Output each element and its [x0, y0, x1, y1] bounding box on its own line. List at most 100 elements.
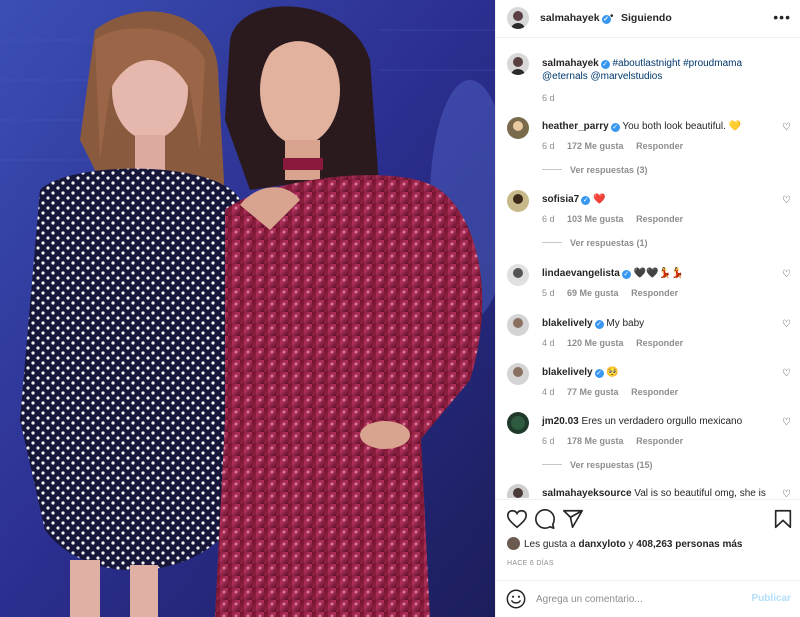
comment-age[interactable]: 6 d: [542, 141, 555, 151]
verified-badge-icon: ✓: [581, 196, 591, 205]
comment-likes[interactable]: 69 Me gusta: [567, 288, 619, 298]
verified-badge-icon: ✓: [610, 123, 620, 132]
commenter-avatar[interactable]: [507, 117, 529, 139]
liker-username[interactable]: danxyloto: [579, 539, 626, 550]
comment-username[interactable]: blakelively: [542, 318, 593, 329]
caption-text: salmahayek ✓ #aboutlastnight #proudmama @…: [542, 57, 777, 83]
replies-line: [542, 169, 562, 170]
view-replies-button[interactable]: Ver respuestas (1): [542, 238, 648, 248]
comment-input[interactable]: [536, 590, 736, 608]
comment-meta: 4 d 77 Me gusta Responder: [542, 387, 688, 397]
verified-badge-icon: ✓: [621, 270, 631, 279]
comment-text: salmahayeksource Val is so beautiful omg…: [542, 487, 777, 498]
verified-badge-icon: ✓: [594, 320, 604, 329]
photo-illustration: [0, 0, 495, 617]
reply-button[interactable]: Responder: [636, 141, 683, 151]
comment-meta: 5 d 69 Me gusta Responder: [542, 288, 688, 298]
comments-list[interactable]: salmahayek ✓ #aboutlastnight #proudmama @…: [496, 39, 800, 498]
comment-age[interactable]: 6 d: [542, 214, 555, 224]
reply-button[interactable]: Responder: [636, 338, 683, 348]
comment-text: sofisia7 ✓ ❤️: [542, 193, 777, 206]
comment-username[interactable]: heather_parry: [542, 121, 609, 132]
comment-age[interactable]: 6 d: [542, 436, 555, 446]
post-actions: Les gusta a danxyloto y 408,263 personas…: [496, 499, 800, 579]
reply-button[interactable]: Responder: [631, 288, 678, 298]
comment-likes[interactable]: 172 Me gusta: [567, 141, 624, 151]
comment-body: You both look beautiful. 💛: [622, 121, 742, 132]
comment-body: 🥺: [606, 367, 619, 378]
commenter-avatar[interactable]: [507, 363, 529, 385]
comment-age[interactable]: 5 d: [542, 288, 555, 298]
author-avatar[interactable]: [507, 53, 529, 75]
comment-likes[interactable]: 77 Me gusta: [567, 387, 619, 397]
commenter-avatar[interactable]: [507, 264, 529, 286]
like-comment-heart-icon[interactable]: ♡: [782, 417, 791, 428]
view-replies-button[interactable]: Ver respuestas (3): [542, 165, 648, 175]
comment-text: blakelively ✓ 🥺: [542, 366, 777, 379]
caption-meta: 6 d: [542, 93, 565, 103]
comment-username[interactable]: lindaevangelista: [542, 268, 620, 279]
comment-likes[interactable]: 103 Me gusta: [567, 214, 624, 224]
like-comment-heart-icon[interactable]: ♡: [782, 269, 791, 280]
share-send-icon[interactable]: [562, 508, 584, 530]
save-bookmark-icon[interactable]: [772, 508, 794, 530]
comment-username[interactable]: blakelively: [542, 367, 593, 378]
comment-body: Val is so beautiful omg, she is: [634, 488, 766, 498]
comment-text: heather_parry ✓ You both look beautiful. …: [542, 120, 777, 133]
post-photo[interactable]: [0, 0, 495, 617]
likes-summary: Les gusta a danxyloto y 408,263 personas…: [507, 537, 742, 550]
verified-badge-icon: ✓: [600, 60, 610, 69]
commenter-avatar[interactable]: [507, 190, 529, 212]
comment-age[interactable]: 4 d: [542, 338, 555, 348]
post-date[interactable]: HACE 6 DÍAS: [507, 560, 554, 567]
liker-avatar[interactable]: [507, 537, 520, 550]
likes-prefix: Les gusta a: [524, 539, 576, 550]
comment-bubble-icon[interactable]: [534, 508, 556, 530]
likes-count[interactable]: 408,263 personas más: [636, 539, 742, 550]
replies-line: [542, 242, 562, 243]
commenter-avatar[interactable]: [507, 412, 529, 434]
comment-text: lindaevangelista ✓ 🖤🖤💃💃: [542, 267, 777, 280]
comment-text: jm20.03 Eres un verdadero orgullo mexica…: [542, 415, 777, 428]
like-heart-icon[interactable]: [506, 508, 528, 530]
comment-body: Eres un verdadero orgullo mexicano: [581, 416, 743, 427]
view-replies-button[interactable]: Ver respuestas (15): [542, 460, 653, 470]
like-comment-heart-icon[interactable]: ♡: [782, 368, 791, 379]
comment-username[interactable]: salmahayeksource: [542, 488, 632, 498]
author-avatar[interactable]: [507, 7, 529, 29]
caption-username[interactable]: salmahayek: [542, 58, 599, 69]
comment-age[interactable]: 4 d: [542, 387, 555, 397]
like-comment-heart-icon[interactable]: ♡: [782, 195, 791, 206]
verified-badge-icon: ✓: [594, 369, 604, 378]
header-separator: •: [610, 11, 614, 22]
reply-button[interactable]: Responder: [636, 436, 683, 446]
reply-button[interactable]: Responder: [631, 387, 678, 397]
commenter-avatar[interactable]: [507, 314, 529, 336]
like-comment-heart-icon[interactable]: ♡: [782, 489, 791, 498]
instagram-post: salmahayek ✓ • Siguiendo ••• salmahayek ✓ …: [0, 0, 800, 617]
comment-body: 🖤🖤💃💃: [633, 268, 684, 279]
like-comment-heart-icon[interactable]: ♡: [782, 319, 791, 330]
more-horizontal-icon[interactable]: •••: [773, 9, 791, 25]
following-button[interactable]: Siguiendo: [621, 12, 672, 24]
comment-username[interactable]: jm20.03: [542, 416, 579, 427]
reply-button[interactable]: Responder: [636, 214, 683, 224]
commenter-avatar[interactable]: [507, 484, 529, 498]
comment-likes[interactable]: 178 Me gusta: [567, 436, 624, 446]
comment-meta: 6 d 178 Me gusta Responder: [542, 436, 693, 446]
like-comment-heart-icon[interactable]: ♡: [782, 122, 791, 133]
publish-button[interactable]: Publicar: [752, 593, 791, 604]
author-username[interactable]: salmahayek ✓: [540, 12, 611, 24]
replies-line: [542, 464, 562, 465]
likes-conj: y: [628, 539, 634, 550]
comment-username[interactable]: sofisia7: [542, 194, 579, 205]
emoji-icon[interactable]: [505, 588, 527, 610]
comment-text: blakelively ✓ My baby: [542, 317, 777, 330]
comment-meta: 4 d 120 Me gusta Responder: [542, 338, 693, 348]
add-comment-bar: Publicar: [496, 580, 800, 617]
post-panel: salmahayek ✓ • Siguiendo ••• salmahayek ✓ …: [495, 0, 800, 617]
post-header: salmahayek ✓ • Siguiendo •••: [496, 0, 800, 38]
comment-meta: 6 d 172 Me gusta Responder: [542, 141, 693, 151]
caption-age[interactable]: 6 d: [542, 93, 555, 103]
comment-likes[interactable]: 120 Me gusta: [567, 338, 624, 348]
